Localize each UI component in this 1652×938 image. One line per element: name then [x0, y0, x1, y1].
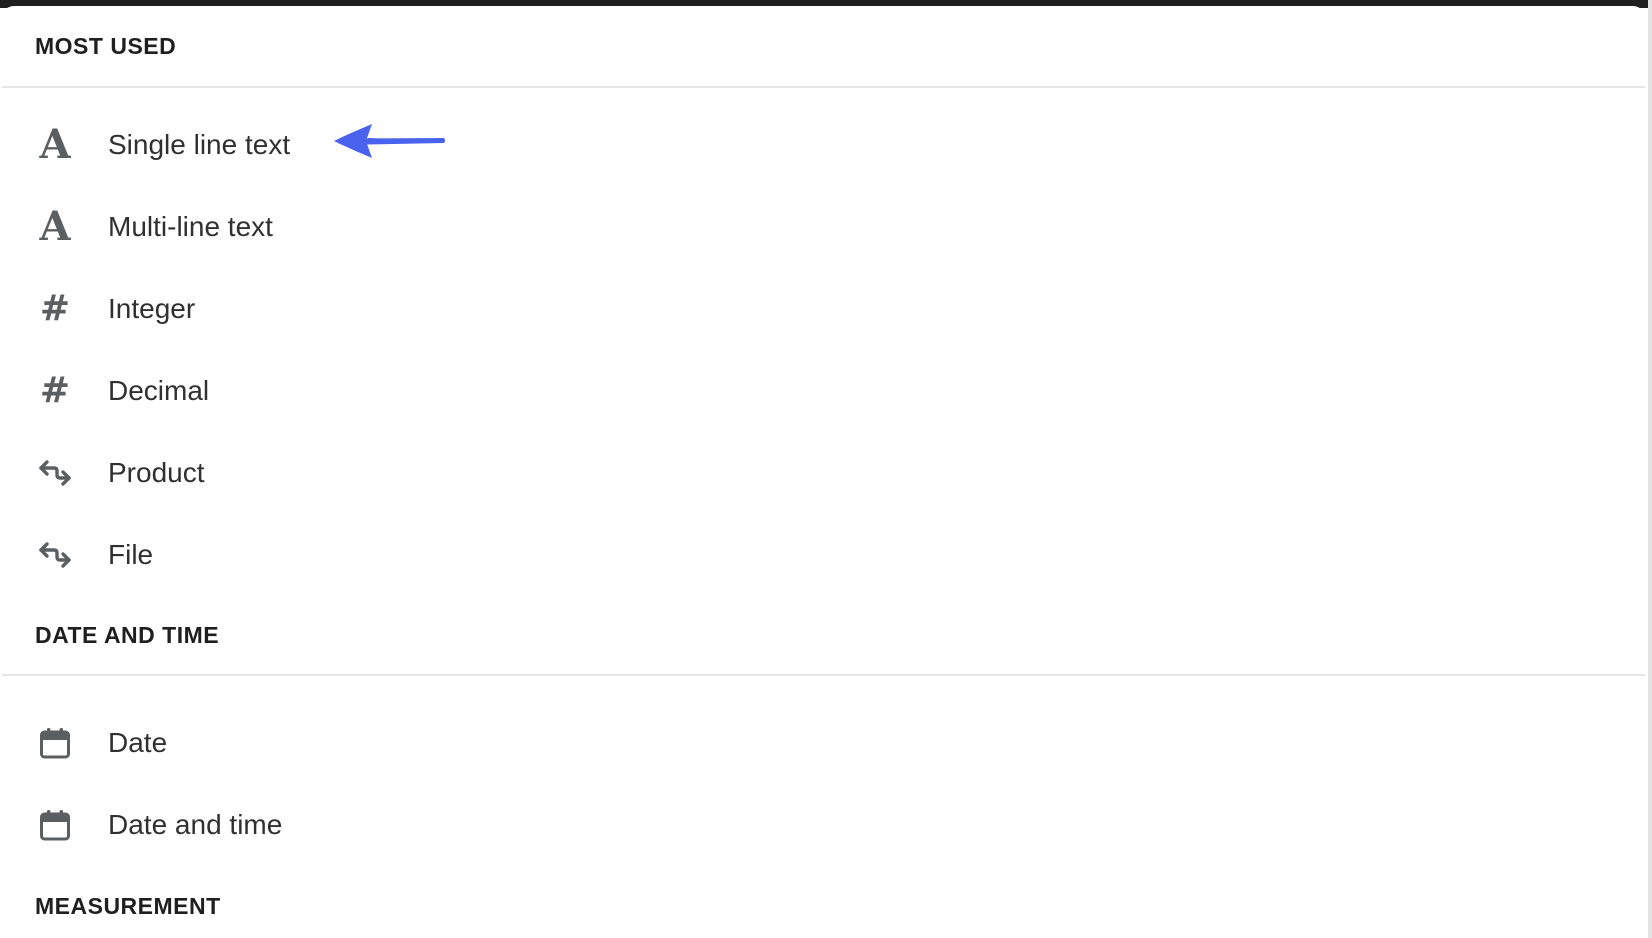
annotation-arrow-icon [334, 124, 445, 158]
field-type-label: Single line text [108, 129, 291, 160]
field-type-label: File [108, 539, 154, 570]
section-header-date-and-time: DATE AND TIME [2, 596, 1645, 676]
reference-arrows-icon [35, 535, 75, 575]
field-type-multi-line-text[interactable]: A Multi-line text [2, 186, 1645, 268]
field-type-single-line-text[interactable]: A Single line text [2, 104, 1645, 186]
field-type-integer[interactable]: # Integer [2, 268, 1645, 350]
field-type-file[interactable]: File [2, 514, 1645, 596]
field-type-label: Multi-line text [108, 211, 273, 242]
field-type-label: Decimal [108, 375, 210, 406]
section-title: DATE AND TIME [35, 621, 220, 648]
field-type-label: Integer [108, 293, 196, 324]
field-type-label: Date and time [108, 809, 283, 840]
field-type-product[interactable]: Product [2, 432, 1645, 514]
section-header-most-used: MOST USED [2, 6, 1645, 88]
hash-icon: # [39, 370, 71, 411]
reference-arrows-icon [35, 453, 75, 493]
section-title: MEASUREMENT [35, 892, 221, 919]
section-header-measurement: MEASUREMENT [2, 866, 1645, 938]
field-type-picker: MOST USED A Single line text A Multi-lin… [2, 6, 1645, 938]
field-type-date[interactable]: Date [2, 702, 1645, 784]
field-type-label: Product [108, 457, 205, 488]
field-type-date-and-time[interactable]: Date and time [2, 784, 1645, 866]
text-icon: A [39, 121, 71, 168]
field-type-decimal[interactable]: # Decimal [2, 350, 1645, 432]
field-type-label: Date [108, 727, 168, 758]
hash-icon: # [39, 288, 71, 329]
background-edge [1648, 0, 1652, 938]
calendar-icon [35, 723, 75, 763]
calendar-icon [35, 805, 75, 845]
text-icon: A [39, 203, 71, 250]
most-used-list: A Single line text A Multi-line text # I… [2, 88, 1645, 596]
date-and-time-list: Date Date and time [2, 676, 1645, 866]
section-title: MOST USED [35, 32, 177, 59]
